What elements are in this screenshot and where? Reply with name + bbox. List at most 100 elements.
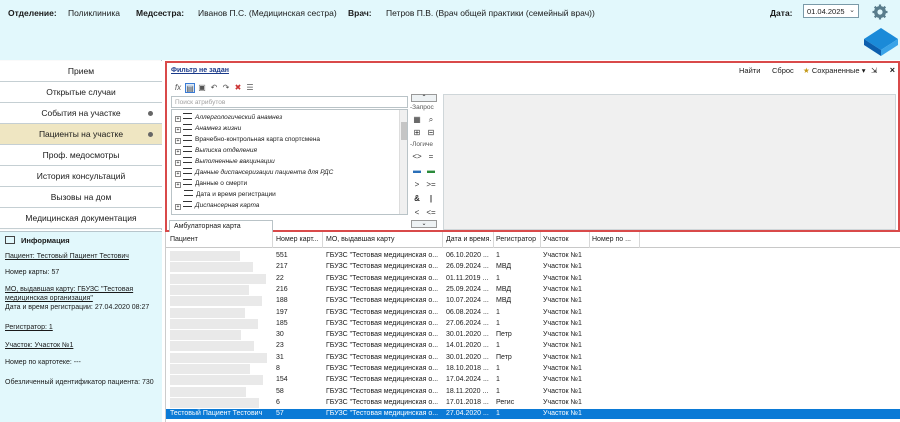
- reset-button[interactable]: Сброс: [772, 66, 794, 75]
- greater-equal-op-icon[interactable]: >=: [425, 180, 437, 190]
- undo-icon[interactable]: ↶: [209, 83, 219, 93]
- menu-item-checkups[interactable]: Проф. медосмотры: [0, 145, 162, 166]
- split-icon[interactable]: ⊟: [425, 128, 437, 138]
- tab-outpatient-card[interactable]: Амбулаторная карта: [169, 220, 273, 232]
- column-header-patient[interactable]: Пациент: [170, 236, 270, 243]
- table-row[interactable]: 185 ГБУЗС "Тестовая медицинская о... 27.06…: [166, 318, 900, 329]
- less-equal-op-icon[interactable]: <=: [425, 208, 437, 218]
- menu-item-label: Вызовы на дом: [50, 192, 112, 202]
- date-picker[interactable]: 01.04.2025 ⌄: [803, 4, 859, 18]
- table-row[interactable]: 6 ГБУЗС "Тестовая медицинская о... 17.01.2…: [166, 397, 900, 408]
- table-row[interactable]: 22 ГБУЗС "Тестовая медицинская о... 01.11.…: [166, 273, 900, 284]
- table-row[interactable]: 30 ГБУЗС "Тестовая медицинская о... 30.01.…: [166, 330, 900, 341]
- column-header-registrar[interactable]: Регистратор: [496, 236, 540, 243]
- table-add-icon[interactable]: ▦: [411, 115, 423, 125]
- info-area-link[interactable]: Участок: Участок №1: [5, 341, 159, 350]
- info-mo-link[interactable]: МО, выдавшая карту: ГБУЗС "Тестовая меди…: [5, 285, 159, 303]
- menu-item-medical-docs[interactable]: Медицинская документация: [0, 208, 162, 229]
- menu-item-area-patients[interactable]: Пациенты на участке: [0, 124, 162, 145]
- cell-area: Участок №1: [543, 285, 582, 293]
- table-row[interactable]: 216 ГБУЗС "Тестовая медицинская о... 25.09…: [166, 284, 900, 295]
- column-header-area[interactable]: Участок: [543, 236, 587, 243]
- table-row[interactable]: 8 ГБУЗС "Тестовая медицинская о... 18.10.2…: [166, 364, 900, 374]
- column-divider[interactable]: [589, 232, 590, 248]
- attribute-mode-icon[interactable]: ▤: [185, 83, 195, 93]
- close-icon[interactable]: ×: [890, 65, 895, 75]
- save-icon[interactable]: ▣: [197, 83, 207, 93]
- menu-item-open-cases[interactable]: Открытые случаи: [0, 82, 162, 103]
- tree-item[interactable]: + Диспансерная карта: [175, 201, 259, 210]
- tree-item[interactable]: Дата и время регистрации: [184, 190, 276, 198]
- info-patient-link[interactable]: Пациент: Тестовый Пациент Тестович: [5, 252, 159, 261]
- table-row[interactable]: 188 ГБУЗС "Тестовая медицинская о... 10.07…: [166, 296, 900, 307]
- less-op-icon[interactable]: <: [411, 208, 423, 218]
- greater-op-icon[interactable]: >: [411, 180, 423, 190]
- saved-button[interactable]: ★ Сохраненные ▾: [803, 66, 865, 75]
- filter-status-link[interactable]: Фильтр не задан: [171, 67, 229, 74]
- cell-mo: ГБУЗС "Тестовая медицинская о...: [326, 353, 439, 361]
- tree-item[interactable]: + Врачебно-контрольная карта спортсмена: [175, 135, 320, 144]
- tree-item[interactable]: + Анамнез жизни: [175, 124, 241, 133]
- cell-area: Участок №1: [543, 274, 582, 282]
- expression-area[interactable]: [443, 94, 896, 230]
- column-divider[interactable]: [639, 232, 640, 248]
- column-header-mo[interactable]: МО, выдавшая карту: [326, 236, 440, 243]
- tree-item[interactable]: + Данные диспансеризации пациента для РДС: [175, 168, 333, 177]
- tree-item[interactable]: + Аллергологический анамнез: [175, 113, 282, 122]
- column-divider[interactable]: [272, 232, 273, 248]
- gear-icon[interactable]: [872, 4, 888, 20]
- column-divider[interactable]: [540, 232, 541, 248]
- list-icon[interactable]: ☰: [245, 83, 255, 93]
- cell-date: 06.08.2024 ...: [446, 308, 489, 316]
- tree-item[interactable]: + Выписка отделения: [175, 146, 257, 155]
- attribute-search-input[interactable]: Поиск атрибутов: [171, 96, 408, 108]
- formula-icon[interactable]: fx: [173, 83, 183, 93]
- table-row[interactable]: 58 ГБУЗС "Тестовая медицинская о... 18.11.…: [166, 386, 900, 397]
- scroll-thumb[interactable]: [401, 122, 407, 140]
- column-header-file-number[interactable]: Номер по ...: [592, 236, 638, 243]
- menu-item-consult-history[interactable]: История консультаций: [0, 166, 162, 187]
- and-op-icon[interactable]: &: [411, 194, 423, 204]
- redo-icon[interactable]: ↷: [221, 83, 231, 93]
- table-row[interactable]: 31 ГБУЗС "Тестовая медицинская о... 30.01.…: [166, 352, 900, 363]
- cell-card: 216: [276, 285, 288, 293]
- cell-card: 188: [276, 297, 288, 305]
- range-op-icon[interactable]: ▬: [425, 166, 437, 176]
- menu-item-reception[interactable]: Прием: [0, 61, 162, 82]
- column-header-reg-date[interactable]: Дата и время...: [446, 236, 492, 243]
- table-row[interactable]: 154 ГБУЗС "Тестовая медицинская о... 17.04…: [166, 375, 900, 386]
- info-registrar-link[interactable]: Регистратор: 1: [5, 323, 159, 332]
- cell-area: Участок №1: [543, 342, 582, 350]
- tree-item[interactable]: + Выполненные вакцинации: [175, 157, 275, 166]
- or-op-icon[interactable]: |: [425, 194, 437, 204]
- column-header-card-number[interactable]: Номер карт...: [276, 236, 320, 243]
- cell-mo: ГБУЗС "Тестовая медицинская о...: [326, 263, 439, 271]
- expand-icon: +: [175, 116, 181, 122]
- value-op-icon[interactable]: ▬: [411, 166, 423, 176]
- table-row[interactable]: Тестовый Пациент Тестович 57 ГБУЗС "Тестов…: [166, 409, 900, 420]
- cell-reg: МВД: [496, 263, 512, 271]
- clear-filter-icon[interactable]: ✖: [233, 83, 243, 93]
- join-icon[interactable]: ⊞: [411, 128, 423, 138]
- not-equal-op-icon[interactable]: <>: [411, 152, 423, 162]
- cell-card: 185: [276, 319, 288, 327]
- table-row[interactable]: 551 ГБУЗС "Тестовая медицинская о... 06.10…: [166, 251, 900, 261]
- table-search-icon[interactable]: ⌕: [425, 115, 437, 125]
- column-divider[interactable]: [442, 232, 443, 248]
- tree-item-label: Выписка отделения: [195, 147, 257, 154]
- scroll-down-button[interactable]: ⌄: [411, 220, 437, 228]
- column-divider[interactable]: [493, 232, 494, 248]
- find-button[interactable]: Найти: [739, 66, 760, 75]
- cell-reg: Петр: [496, 353, 512, 361]
- table-row[interactable]: 197 ГБУЗС "Тестовая медицинская о... 06.08…: [166, 307, 900, 318]
- table-row[interactable]: 23 ГБУЗС "Тестовая медицинская о... 14.01.…: [166, 341, 900, 352]
- menu-item-area-events[interactable]: События на участке: [0, 103, 162, 124]
- tree-scrollbar[interactable]: [399, 110, 407, 214]
- equal-op-icon[interactable]: =: [425, 152, 437, 162]
- tree-item[interactable]: + Данные о смерти: [175, 179, 247, 188]
- pin-icon[interactable]: ⇲: [871, 66, 877, 75]
- table-row[interactable]: 217 ГБУЗС "Тестовая медицинская о... 26.09…: [166, 262, 900, 273]
- scroll-up-button[interactable]: ⌃: [411, 94, 437, 102]
- column-divider[interactable]: [322, 232, 323, 248]
- menu-item-home-visits[interactable]: Вызовы на дом: [0, 187, 162, 208]
